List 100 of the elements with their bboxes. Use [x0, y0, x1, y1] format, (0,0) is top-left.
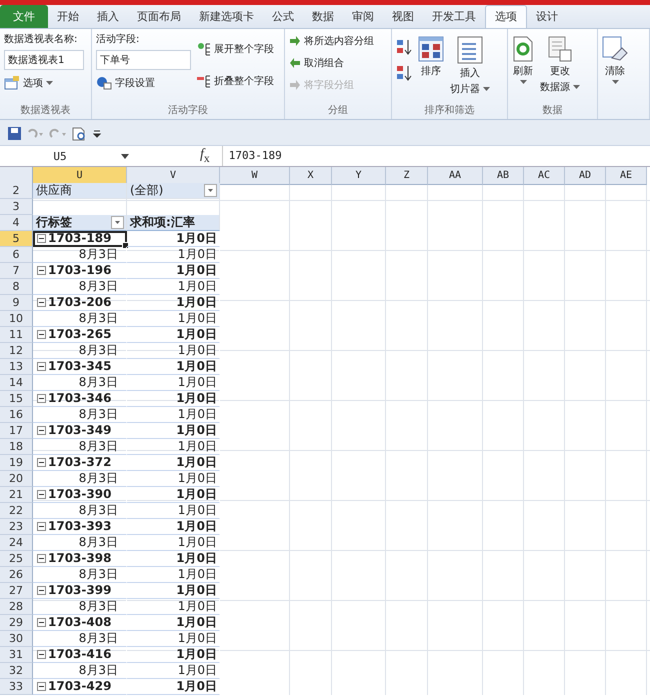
sort-descending-icon[interactable] [396, 64, 412, 82]
row-label-cell[interactable]: 1703-416 [33, 647, 127, 663]
collapse-toggle-icon[interactable] [37, 330, 46, 339]
sort-button[interactable]: 排序 [418, 32, 444, 102]
save-icon[interactable] [8, 127, 21, 140]
row-label-cell[interactable]: 8月3日 [33, 439, 127, 455]
row-label-cell[interactable]: 8月3日 [33, 247, 127, 263]
collapse-toggle-icon[interactable] [37, 458, 46, 467]
row-label-cell[interactable]: 1703-189 [33, 231, 127, 247]
pivot-name-field[interactable]: 数据透视表1 [4, 50, 84, 70]
group-command-button[interactable]: 将所选内容分组 [289, 32, 387, 50]
row-header[interactable]: 11 [0, 327, 33, 343]
row-header[interactable]: 19 [0, 455, 33, 471]
row-header[interactable]: 2 [0, 183, 33, 199]
row-label-cell[interactable]: 8月3日 [33, 663, 127, 679]
active-field-input[interactable]: 下单号 [96, 50, 191, 70]
row-label-cell[interactable]: 8月3日 [33, 567, 127, 583]
options-button[interactable]: 选项 [4, 74, 87, 92]
row-header[interactable]: 28 [0, 599, 33, 615]
column-header[interactable]: AA [428, 167, 483, 185]
column-header[interactable]: W [220, 167, 290, 185]
refresh-button[interactable]: 刷新 [512, 32, 534, 102]
row-label-cell[interactable]: 8月3日 [33, 311, 127, 327]
collapse-toggle-icon[interactable] [37, 554, 46, 563]
row-header[interactable]: 15 [0, 391, 33, 407]
collapse-toggle-icon[interactable] [37, 426, 46, 435]
insert-slicer-button[interactable]: 插入 切片器 [450, 32, 490, 102]
dropdown-icon[interactable] [204, 184, 217, 197]
ribbon-tab[interactable]: 文件 [0, 5, 48, 28]
column-header[interactable]: Y [332, 167, 386, 185]
row-header[interactable]: 23 [0, 519, 33, 535]
row-label-cell[interactable]: 8月3日 [33, 599, 127, 615]
row-label-cell[interactable]: 1703-408 [33, 615, 127, 631]
row-label-cell[interactable]: 1703-349 [33, 423, 127, 439]
row-label-cell[interactable]: 8月3日 [33, 343, 127, 359]
row-header[interactable]: 18 [0, 439, 33, 455]
row-header[interactable]: 8 [0, 279, 33, 295]
row-header[interactable]: 9 [0, 295, 33, 311]
row-header[interactable]: 12 [0, 343, 33, 359]
collapse-toggle-icon[interactable] [37, 682, 46, 691]
row-header[interactable]: 26 [0, 567, 33, 583]
row-label-cell[interactable]: 1703-206 [33, 295, 127, 311]
row-header[interactable]: 27 [0, 583, 33, 599]
ribbon-tab[interactable]: 数据 [303, 5, 343, 28]
collapse-toggle-icon[interactable] [37, 298, 46, 307]
group-command-button[interactable]: 取消组合 [289, 54, 387, 72]
row-label-cell[interactable]: 1703-398 [33, 551, 127, 567]
row-label-cell[interactable]: 8月3日 [33, 503, 127, 519]
clear-button[interactable]: 清除 [602, 32, 628, 119]
row-header[interactable]: 4 [0, 215, 33, 231]
row-label-cell[interactable]: 1703-390 [33, 487, 127, 503]
row-label-cell[interactable]: 1703-393 [33, 519, 127, 535]
ribbon-tab[interactable]: 公式 [263, 5, 303, 28]
row-label-cell[interactable]: 8月3日 [33, 407, 127, 423]
row-header[interactable]: 5 [0, 231, 33, 247]
insert-function-button[interactable]: f$_{x}$ [200, 147, 210, 165]
ribbon-tab[interactable]: 开发工具 [423, 5, 485, 28]
collapse-toggle-icon[interactable] [37, 586, 46, 595]
row-header[interactable]: 24 [0, 535, 33, 551]
row-header[interactable]: 21 [0, 487, 33, 503]
ribbon-tab[interactable]: 选项 [485, 5, 527, 28]
row-label-cell[interactable]: 1703-196 [33, 263, 127, 279]
ribbon-tab[interactable]: 插入 [88, 5, 128, 28]
collapse-toggle-icon[interactable] [37, 362, 46, 371]
ribbon-tab[interactable]: 设计 [527, 5, 567, 28]
collapse-field-button[interactable]: 折叠整个字段 [197, 72, 274, 90]
row-header[interactable]: 33 [0, 679, 33, 695]
collapse-toggle-icon[interactable] [37, 394, 46, 403]
dropdown-icon[interactable] [120, 152, 130, 160]
row-header[interactable]: 14 [0, 375, 33, 391]
row-header[interactable]: 7 [0, 263, 33, 279]
row-header[interactable]: 13 [0, 359, 33, 375]
row-header[interactable]: 32 [0, 663, 33, 679]
row-header[interactable]: 3 [0, 199, 33, 215]
row-header[interactable]: 6 [0, 247, 33, 263]
column-header[interactable]: AB [483, 167, 524, 185]
filter-dropdown[interactable]: (全部) [127, 183, 220, 199]
row-label-cell[interactable]: 1703-345 [33, 359, 127, 375]
field-settings-button[interactable]: 字段设置 [96, 74, 191, 92]
column-header[interactable]: AC [524, 167, 565, 185]
row-label-cell[interactable]: 8月3日 [33, 535, 127, 551]
ribbon-tab[interactable]: 视图 [383, 5, 423, 28]
row-labels-header[interactable]: 行标签 [33, 215, 127, 231]
collapse-toggle-icon[interactable] [37, 234, 46, 243]
row-label-cell[interactable]: 8月3日 [33, 631, 127, 647]
column-header[interactable]: Z [386, 167, 428, 185]
column-header[interactable]: AE [606, 167, 647, 185]
row-header[interactable]: 31 [0, 647, 33, 663]
row-label-cell[interactable]: 8月3日 [33, 279, 127, 295]
collapse-toggle-icon[interactable] [37, 522, 46, 531]
row-header[interactable]: 16 [0, 407, 33, 423]
ribbon-tab[interactable]: 开始 [48, 5, 88, 28]
collapse-toggle-icon[interactable] [37, 490, 46, 499]
collapse-toggle-icon[interactable] [37, 618, 46, 627]
row-label-cell[interactable]: 1703-429 [33, 679, 127, 695]
name-box[interactable]: U5 [0, 150, 120, 162]
row-header[interactable]: 29 [0, 615, 33, 631]
expand-field-button[interactable]: 展开整个字段 [197, 40, 274, 58]
row-label-cell[interactable]: 1703-346 [33, 391, 127, 407]
customize-menu-icon[interactable] [93, 128, 101, 138]
